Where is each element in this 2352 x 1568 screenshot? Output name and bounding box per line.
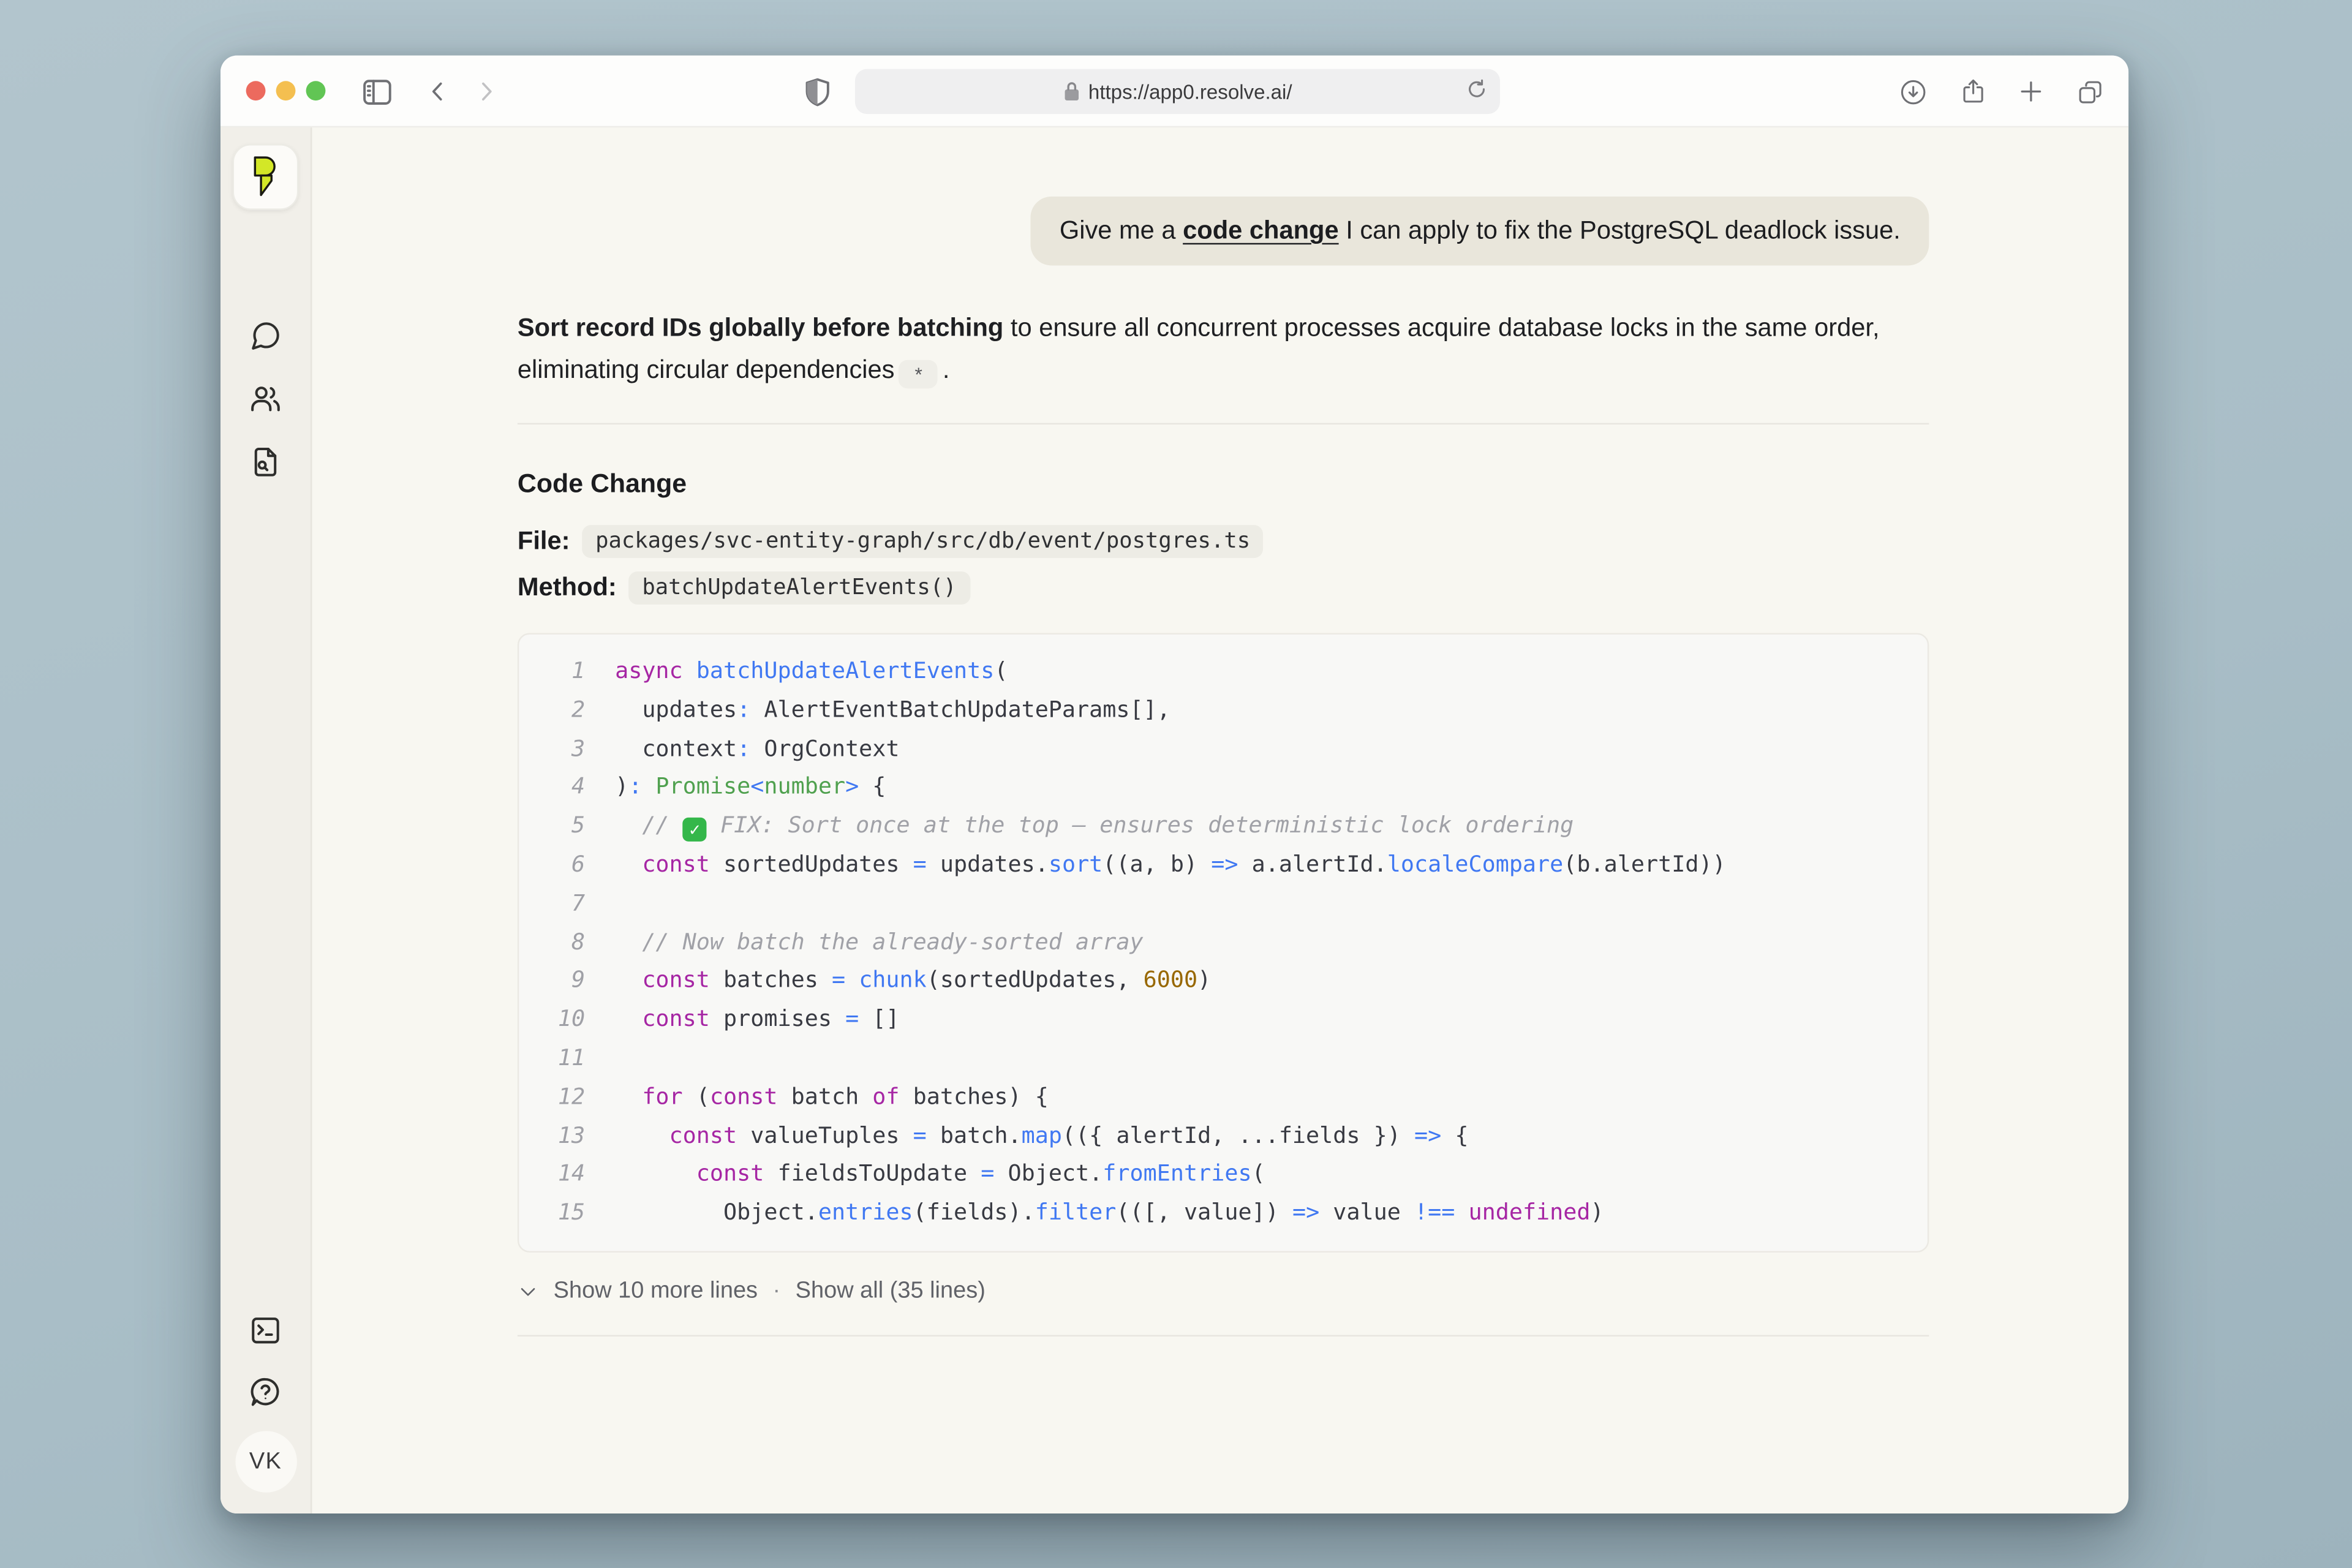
code-line: 15 Object.entries(fields).filter(([, val… [519, 1194, 1928, 1233]
traffic-lights [246, 81, 326, 100]
file-path-chip: packages/svc-entity-graph/src/db/event/p… [582, 525, 1264, 558]
document-search-icon[interactable] [238, 435, 292, 489]
tab-overview-icon[interactable] [2065, 56, 2113, 128]
code-lines: 1async batchUpdateAlertEvents(2 updates:… [519, 652, 1928, 1233]
answer-tail: . [943, 355, 950, 383]
code-line: 14 const fieldsToUpdate = Object.fromEnt… [519, 1156, 1928, 1194]
reload-icon[interactable] [1466, 78, 1488, 105]
new-tab-icon[interactable] [2007, 56, 2055, 128]
avatar-initials: VK [249, 1448, 282, 1475]
divider [518, 423, 1929, 424]
address-bar[interactable]: https://app0.resolve.ai/ [855, 69, 1500, 114]
user-message-prefix: Give me a [1060, 216, 1183, 245]
downloads-icon[interactable] [1888, 56, 1936, 128]
code-line: 3 context: OrgContext [519, 730, 1928, 769]
zoom-window-button[interactable] [306, 81, 326, 100]
code-line: 7 [519, 884, 1928, 923]
browser-window: https://app0.resolve.ai/ [221, 56, 2128, 1513]
help-icon[interactable] [238, 1365, 292, 1419]
divider [518, 1335, 1929, 1336]
avatar[interactable]: VK [235, 1431, 296, 1492]
code-line: 9 const batches = chunk(sortedUpdates, 6… [519, 962, 1928, 1001]
app-sidebar: VK [221, 127, 312, 1513]
chat-icon[interactable] [238, 309, 292, 363]
code-line: 11 [519, 1039, 1928, 1078]
code-line: 8 // Now batch the already-sorted array [519, 924, 1928, 962]
code-footer: Show 10 more lines · Show all (35 lines) [518, 1278, 1929, 1305]
terminal-icon[interactable] [238, 1303, 292, 1357]
privacy-shield-icon[interactable] [794, 56, 842, 128]
sidebar-toggle-icon[interactable] [353, 56, 401, 128]
main-content: Give me a code change I can apply to fix… [312, 127, 2128, 1513]
code-line: 13 const valueTuples = batch.map(({ aler… [519, 1117, 1928, 1155]
browser-titlebar: https://app0.resolve.ai/ [221, 56, 2128, 128]
code-line: 2 updates: AlertEventBatchUpdateParams[]… [519, 691, 1928, 729]
url-text: https://app0.resolve.ai/ [1088, 80, 1292, 103]
show-all-lines-button[interactable]: Show all (35 lines) [796, 1278, 986, 1305]
desktop: https://app0.resolve.ai/ [0, 0, 2352, 1567]
back-icon[interactable] [414, 56, 462, 128]
assistant-answer: Sort record IDs globally before batching… [518, 307, 1929, 390]
user-message-suffix: I can apply to fix the PostgreSQL deadlo… [1339, 216, 1901, 245]
resolve-logo[interactable] [233, 144, 299, 210]
lock-icon [1063, 81, 1079, 102]
close-window-button[interactable] [246, 81, 266, 100]
footer-separator: · [773, 1278, 781, 1305]
minimize-window-button[interactable] [276, 81, 296, 100]
file-row: File: packages/svc-entity-graph/src/db/e… [518, 525, 1929, 558]
code-line: 5 // ✓ FIX: Sort once at the top — ensur… [519, 807, 1928, 846]
method-name-chip: batchUpdateAlertEvents() [628, 571, 970, 605]
code-line: 6 const sortedUpdates = updates.sort((a,… [519, 846, 1928, 884]
code-line: 10 const promises = [] [519, 1001, 1928, 1039]
show-more-lines-button[interactable]: Show 10 more lines [554, 1278, 758, 1305]
code-change-heading: Code Change [518, 468, 1929, 499]
file-label: File: [518, 527, 570, 557]
forward-icon[interactable] [462, 56, 510, 128]
people-icon[interactable] [238, 372, 292, 426]
user-message-emphasis: code change [1183, 216, 1339, 245]
share-icon[interactable] [1948, 56, 1996, 128]
user-message-bubble: Give me a code change I can apply to fix… [1031, 197, 1929, 266]
code-block: 1async batchUpdateAlertEvents(2 updates:… [518, 633, 1929, 1252]
window-body: VK Give me a code change I can apply to … [221, 127, 2128, 1513]
code-line: 1async batchUpdateAlertEvents( [519, 652, 1928, 691]
code-line: 12 for (const batch of batches) { [519, 1078, 1928, 1117]
method-row: Method: batchUpdateAlertEvents() [518, 571, 1929, 605]
method-label: Method: [518, 573, 617, 603]
citation-badge[interactable]: * [899, 360, 938, 388]
code-line: 4): Promise<number> { [519, 769, 1928, 807]
answer-lead: Sort record IDs globally before batching [518, 314, 1003, 342]
chevron-down-icon [518, 1281, 538, 1302]
